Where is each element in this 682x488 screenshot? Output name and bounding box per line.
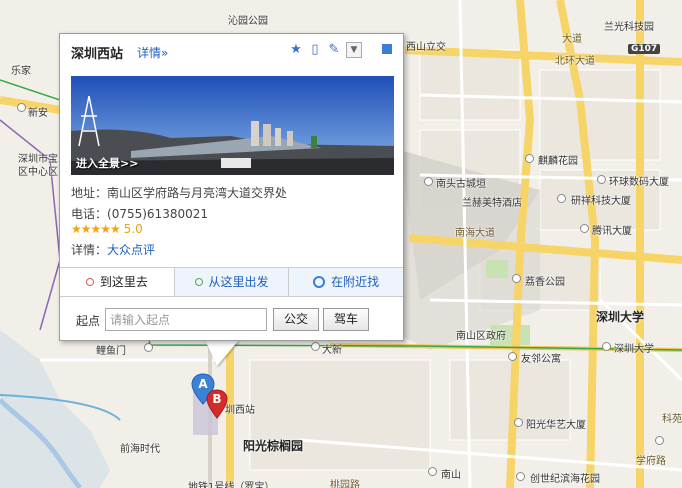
map-label-nantou: 南头古城垣	[436, 179, 486, 190]
poi-icon[interactable]	[512, 274, 521, 283]
address-value: 南山区学府路与月亮湾大道交界处	[107, 186, 288, 200]
metro-icon[interactable]	[17, 103, 26, 112]
map-label-line1: 地铁1号线（罗宝）	[188, 482, 275, 488]
map-label-daxin: 大新	[322, 345, 342, 356]
poi-icon[interactable]	[557, 194, 566, 203]
dianping-link[interactable]: 大众点评	[107, 243, 155, 257]
poi-icon[interactable]	[655, 436, 664, 445]
bus-button[interactable]: 公交	[273, 308, 319, 331]
poi-icon[interactable]	[424, 177, 433, 186]
edit-icon[interactable]: ✎	[327, 43, 341, 57]
phone-icon[interactable]: ▯	[308, 43, 322, 57]
metro-icon[interactable]	[311, 342, 320, 351]
map-label-beihuan: 北环大道	[555, 56, 595, 67]
popup-header: 深圳西站 详情» ★ ▯ ✎ ▼	[60, 34, 403, 67]
map-label-dadao: 大道	[562, 34, 582, 45]
map-label-szu2: 深圳大学	[614, 344, 654, 355]
rating-value: 5.0	[123, 222, 143, 236]
poi-icon[interactable]	[580, 224, 589, 233]
start-input[interactable]	[105, 308, 267, 331]
search-icon	[313, 276, 326, 288]
map-label-gov: 南山区政府	[456, 331, 506, 342]
poi-icon[interactable]	[525, 154, 534, 163]
marker-a-label: A	[198, 377, 208, 391]
tab-start-here[interactable]: 从这里出发	[173, 268, 289, 296]
map-label-lejia: 乐家	[11, 66, 31, 77]
map-label-taoyuan: 桃园路	[330, 480, 360, 488]
rating-stars: ★★★★★	[71, 222, 121, 236]
map-label-park: 沁园公园	[228, 16, 268, 27]
details-label: 详情：	[71, 243, 108, 257]
tab-label: 从这里出发	[208, 275, 269, 289]
map-label-szgov2: 区中心区	[18, 167, 58, 178]
address-label: 地址：	[71, 186, 108, 200]
map-label-lanhua: 兰光科技园	[604, 22, 654, 33]
map-label-yangguang: 阳光棕榈园	[243, 439, 304, 453]
details-row: 详情：大众点评	[71, 241, 155, 258]
map-label-huayi: 阳光华艺大厦	[526, 420, 586, 431]
panorama-photo[interactable]: 进入全景>>	[71, 76, 394, 175]
star-icon[interactable]: ★	[289, 43, 303, 57]
rating-row: ★★★★★ 5.0	[71, 222, 143, 236]
tab-label: 到这里去	[99, 275, 148, 289]
map-label-tengxun: 腾讯大厦	[592, 226, 632, 237]
detail-link[interactable]: 详情»	[137, 44, 168, 61]
dot-icon	[85, 278, 94, 286]
map-label-xinan: 新安	[28, 108, 48, 119]
map-label-szu: 深圳大学	[596, 310, 645, 324]
metro-icon[interactable]	[144, 343, 153, 352]
popup-actions: ★ ▯ ✎	[289, 43, 341, 57]
marker-a-b[interactable]: A B	[190, 372, 234, 420]
phone-row: 电话：(0755)61380021	[71, 205, 208, 222]
tab-go-here[interactable]: 到这里去	[60, 268, 174, 296]
marker-b-label: B	[212, 392, 221, 406]
poi-icon[interactable]	[597, 175, 606, 184]
map-label-nanshan: 南山	[441, 470, 461, 481]
poi-icon[interactable]	[508, 352, 517, 361]
map-label-qianhai: 前海时代	[120, 444, 160, 455]
start-label: 起点	[76, 314, 101, 328]
map-label-keji: 科苑	[662, 414, 682, 425]
poi-icon[interactable]	[428, 467, 437, 476]
map-label-hotel: 兰赫美特酒店	[462, 198, 522, 209]
poi-icon[interactable]	[516, 472, 525, 481]
map-label-huanqiu: 环球数码大厦	[609, 177, 669, 188]
dot-icon	[194, 278, 203, 286]
map-label-xuefu: 学府路	[636, 456, 666, 467]
map-label-chuangshi: 创世纪滨海花园	[530, 474, 600, 485]
tab-nearby[interactable]: 在附近找	[288, 268, 403, 296]
panorama-link[interactable]: 进入全景>>	[76, 155, 138, 171]
info-popup: 深圳西站 详情» ★ ▯ ✎ ▼ 进入全景>> 地址：南山区学府路与月亮湾大道交…	[59, 33, 404, 341]
map-label-liyumen: 鲤鱼门	[96, 346, 126, 357]
route-tabs: 到这里去 从这里出发 在附近找	[60, 267, 403, 297]
popup-tail	[205, 340, 239, 366]
poi-icon[interactable]	[514, 418, 523, 427]
map-label-lixiang: 荔香公园	[525, 277, 565, 288]
map-label-yanxiang: 研祥科技大厦	[571, 196, 631, 207]
dropdown-icon[interactable]: ▼	[346, 42, 362, 58]
map-label-xishan: 西山立交	[406, 42, 446, 53]
phone-label: 电话：	[71, 207, 108, 221]
close-icon[interactable]	[382, 44, 392, 54]
address-row: 地址：南山区学府路与月亮湾大道交界处	[71, 184, 287, 201]
map-label-nanhai: 南海大道	[455, 228, 495, 239]
g107-shield: G107	[628, 44, 661, 54]
map-label-qilin: 麒麟花园	[538, 156, 578, 167]
phone-value: (0755)61380021	[107, 207, 208, 221]
tab-label: 在附近找	[331, 275, 380, 289]
map-label-youlin: 友邻公寓	[521, 354, 561, 365]
popup-title: 深圳西站	[71, 47, 124, 62]
car-button[interactable]: 驾车	[323, 308, 369, 331]
poi-icon[interactable]	[602, 342, 611, 351]
